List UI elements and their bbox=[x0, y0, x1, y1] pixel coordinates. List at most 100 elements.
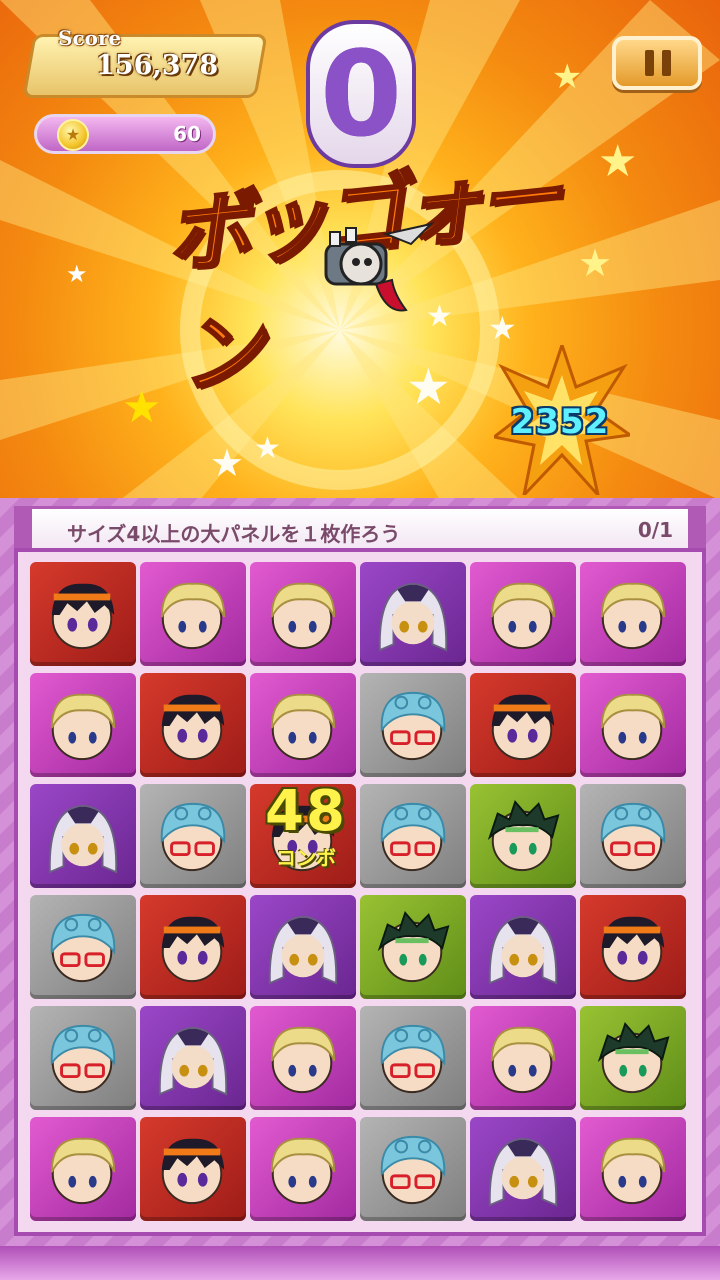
star-sparkle: ★ bbox=[122, 382, 162, 433]
puzzle-tile[interactable] bbox=[30, 1117, 136, 1221]
puzzle-tile[interactable] bbox=[140, 673, 246, 777]
puzzle-tile[interactable] bbox=[470, 1117, 576, 1221]
star-sparkle: ★ bbox=[66, 260, 88, 288]
coin-value: 60 bbox=[173, 122, 201, 146]
character-face-icon bbox=[380, 802, 446, 872]
puzzle-grid bbox=[14, 548, 706, 1236]
puzzle-tile[interactable] bbox=[360, 562, 466, 666]
character-face-icon bbox=[380, 691, 446, 761]
pause-icon bbox=[662, 50, 671, 76]
puzzle-tile[interactable] bbox=[30, 673, 136, 777]
puzzle-tile[interactable] bbox=[140, 784, 246, 888]
puzzle-tile[interactable] bbox=[360, 1117, 466, 1221]
pause-button[interactable] bbox=[612, 36, 702, 90]
puzzle-tile[interactable] bbox=[470, 784, 576, 888]
puzzle-tile[interactable] bbox=[250, 1117, 356, 1221]
character-face-icon bbox=[270, 1026, 336, 1094]
mission-text: サイズ4以上の大パネルを１枚作ろう bbox=[67, 522, 401, 546]
mission-bar-cap bbox=[688, 506, 706, 552]
puzzle-tile[interactable] bbox=[580, 1006, 686, 1110]
character-face-icon bbox=[268, 915, 338, 985]
character-face-icon bbox=[378, 582, 448, 652]
character-face-icon bbox=[380, 1024, 446, 1094]
puzzle-tile[interactable] bbox=[580, 1117, 686, 1221]
score-banner: Score 156,378 bbox=[10, 20, 275, 106]
character-face-icon bbox=[490, 582, 556, 650]
character-face-icon bbox=[161, 694, 225, 761]
character-face-icon bbox=[270, 693, 336, 761]
mission-progress: 0/1 bbox=[637, 518, 673, 542]
character-face-icon bbox=[51, 583, 115, 650]
character-face-icon bbox=[488, 915, 558, 985]
character-face-icon bbox=[380, 1135, 446, 1205]
character-face-icon bbox=[50, 913, 116, 983]
character-face-icon bbox=[487, 799, 560, 872]
puzzle-tile[interactable] bbox=[140, 562, 246, 666]
character-face-icon bbox=[597, 1021, 670, 1094]
puzzle-tile[interactable] bbox=[30, 562, 136, 666]
star-sparkle: ★ bbox=[578, 241, 613, 285]
star-sparkle: ★ bbox=[254, 431, 281, 466]
combo-count: 48 bbox=[265, 779, 347, 844]
puzzle-tile[interactable] bbox=[580, 562, 686, 666]
puzzle-tile[interactable] bbox=[30, 784, 136, 888]
puzzle-tile[interactable] bbox=[580, 784, 686, 888]
puzzle-tile[interactable] bbox=[580, 673, 686, 777]
puzzle-tile[interactable] bbox=[360, 673, 466, 777]
puzzle-tile[interactable] bbox=[360, 895, 466, 999]
star-sparkle: ★ bbox=[598, 136, 638, 187]
character-face-icon bbox=[270, 582, 336, 650]
puzzle-tile[interactable] bbox=[470, 895, 576, 999]
pause-icon bbox=[645, 50, 654, 76]
puzzle-tile[interactable] bbox=[580, 895, 686, 999]
bottom-frame bbox=[0, 1246, 720, 1280]
character-face-icon bbox=[600, 1137, 666, 1205]
puzzle-tile[interactable] bbox=[140, 1006, 246, 1110]
puzzle-tile[interactable] bbox=[30, 1006, 136, 1110]
character-face-icon bbox=[160, 802, 226, 872]
puzzle-tile[interactable] bbox=[470, 1006, 576, 1110]
character-face-icon bbox=[600, 582, 666, 650]
character-face-icon bbox=[270, 1137, 336, 1205]
character-face-icon bbox=[491, 694, 555, 761]
enemy-sprite bbox=[324, 222, 435, 312]
score-value: 156,378 bbox=[96, 50, 219, 81]
puzzle-tile[interactable] bbox=[470, 673, 576, 777]
character-face-icon bbox=[161, 1138, 225, 1205]
puzzle-tile[interactable] bbox=[250, 673, 356, 777]
puzzle-tile[interactable] bbox=[360, 784, 466, 888]
puzzle-tile[interactable] bbox=[250, 1006, 356, 1110]
mission-bar: サイズ4以上の大パネルを１枚作ろう 0/1 bbox=[14, 506, 706, 552]
puzzle-tile[interactable] bbox=[140, 895, 246, 999]
character-face-icon bbox=[160, 582, 226, 650]
puzzle-tile[interactable] bbox=[360, 1006, 466, 1110]
character-face-icon bbox=[490, 1026, 556, 1094]
puzzle-area: サイズ4以上の大パネルを１枚作ろう 0/1 bbox=[0, 498, 720, 1280]
damage-value: 2352 bbox=[510, 402, 610, 442]
score-label: Score bbox=[58, 26, 122, 50]
character-face-icon bbox=[50, 1024, 116, 1094]
character-face-icon bbox=[50, 693, 116, 761]
character-face-icon bbox=[600, 693, 666, 761]
star-sparkle: ★ bbox=[552, 57, 583, 97]
star-sparkle: ★ bbox=[210, 441, 245, 485]
character-face-icon bbox=[377, 910, 450, 983]
battle-scene: ★ ★ ★ ★ ★ ★ ★ ★ ★ ★ Score 156,378 ★ 60 0… bbox=[0, 0, 720, 500]
puzzle-tile[interactable] bbox=[30, 895, 136, 999]
coin-counter: ★ 60 bbox=[34, 114, 216, 154]
character-face-icon bbox=[48, 804, 118, 874]
character-face-icon bbox=[161, 916, 225, 983]
coin-icon: ★ bbox=[57, 119, 89, 151]
character-face-icon bbox=[158, 1026, 228, 1096]
mission-bar-cap bbox=[14, 506, 32, 552]
puzzle-tile[interactable] bbox=[470, 562, 576, 666]
character-face-icon bbox=[488, 1137, 558, 1207]
combo-label: コンボ bbox=[276, 846, 336, 870]
puzzle-tile[interactable] bbox=[140, 1117, 246, 1221]
combo-indicator: 48 コンボ bbox=[252, 782, 360, 871]
character-face-icon bbox=[601, 916, 665, 983]
puzzle-tile[interactable] bbox=[250, 562, 356, 666]
character-face-icon bbox=[600, 802, 666, 872]
puzzle-tile[interactable] bbox=[250, 895, 356, 999]
character-face-icon bbox=[50, 1137, 116, 1205]
